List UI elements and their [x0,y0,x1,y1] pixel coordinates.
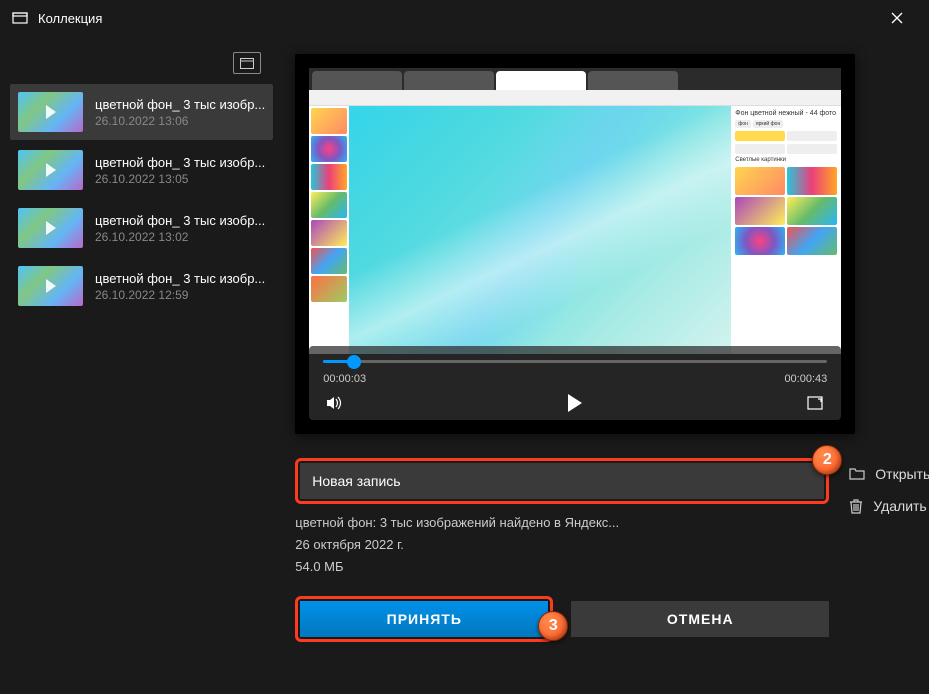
window-title: Коллекция [38,11,877,26]
delete-link[interactable]: Удалить [849,490,929,522]
recording-thumbnail [18,92,83,132]
fullscreen-icon [807,396,823,410]
recording-title: цветной фон_ 3 тыс изобр... [95,213,265,228]
metadata: цветной фон: 3 тыс изображений найдено в… [295,512,829,578]
recording-title: цветной фон_ 3 тыс изобр... [95,97,265,112]
window-icon [240,58,254,69]
recording-date: 26.10.2022 13:06 [95,114,265,128]
view-mode-button[interactable] [233,52,261,74]
recording-thumbnail [18,266,83,306]
recording-thumbnail [18,208,83,248]
recording-title: цветной фон_ 3 тыс изобр... [95,155,265,170]
cancel-button[interactable]: ОТМЕНА [571,601,829,637]
delete-label: Удалить [873,498,926,514]
recording-text: цветной фон_ 3 тыс изобр... 26.10.2022 1… [95,213,265,244]
recording-item[interactable]: цветной фон_ 3 тыс изобр... 26.10.2022 1… [10,142,273,198]
time-display: 00:00:03 00:00:43 [323,373,827,385]
preview-content: Фон цветной нежный - 44 фото фоняркий фо… [309,68,841,354]
speaker-icon [326,395,344,411]
annotation-badge-3: 3 [538,611,568,641]
play-button[interactable] [563,391,587,415]
titlebar: Коллекция [0,0,929,36]
folder-icon [849,467,865,481]
app-icon [12,10,28,26]
seek-bar[interactable] [323,360,827,363]
close-icon [891,12,903,24]
recording-name-input[interactable] [300,463,824,499]
player-controls: 00:00:03 00:00:43 [309,346,841,420]
trash-icon [849,498,863,514]
recording-item[interactable]: цветной фон_ 3 тыс изобр... 26.10.2022 1… [10,84,273,140]
content-area: Фон цветной нежный - 44 фото фоняркий фо… [277,36,929,694]
recording-text: цветной фон_ 3 тыс изобр... 26.10.2022 1… [95,97,265,128]
accept-button-highlight: ПРИНЯТЬ 3 [295,596,553,642]
name-input-highlight: 2 [295,458,829,504]
recording-item[interactable]: цветной фон_ 3 тыс изобр... 26.10.2022 1… [10,200,273,256]
play-icon [568,394,582,412]
volume-button[interactable] [323,391,347,415]
fullscreen-button[interactable] [803,391,827,415]
full-title: цветной фон: 3 тыс изображений найдено в… [295,512,829,534]
video-preview: Фон цветной нежный - 44 фото фоняркий фо… [295,54,855,434]
details-section: 2 цветной фон: 3 тыс изображений найдено… [295,458,929,642]
recording-item[interactable]: цветной фон_ 3 тыс изобр... 26.10.2022 1… [10,258,273,314]
close-button[interactable] [877,0,917,36]
open-folder-label: Открыть папку с фа... [875,466,929,482]
recording-text: цветной фон_ 3 тыс изобр... 26.10.2022 1… [95,271,265,302]
current-time: 00:00:03 [323,373,366,385]
recording-text: цветной фон_ 3 тыс изобр... 26.10.2022 1… [95,155,265,186]
accept-button[interactable]: ПРИНЯТЬ [300,601,548,637]
file-size: 54.0 МБ [295,556,829,578]
recording-date-full: 26 октября 2022 г. [295,534,829,556]
recording-title: цветной фон_ 3 тыс изобр... [95,271,265,286]
total-time: 00:00:43 [784,373,827,385]
recording-date: 26.10.2022 13:05 [95,172,265,186]
open-folder-link[interactable]: Открыть папку с фа... [849,458,929,490]
sidebar-toolbar [10,48,273,84]
seek-handle[interactable] [347,355,361,369]
annotation-badge-2: 2 [812,445,842,475]
collection-window: Коллекция цветной фон_ 3 тыс изобр... [0,0,929,694]
recording-date: 26.10.2022 12:59 [95,288,265,302]
recording-date: 26.10.2022 13:02 [95,230,265,244]
main-area: цветной фон_ 3 тыс изобр... 26.10.2022 1… [0,36,929,694]
sidebar: цветной фон_ 3 тыс изобр... 26.10.2022 1… [0,36,277,694]
recording-thumbnail [18,150,83,190]
